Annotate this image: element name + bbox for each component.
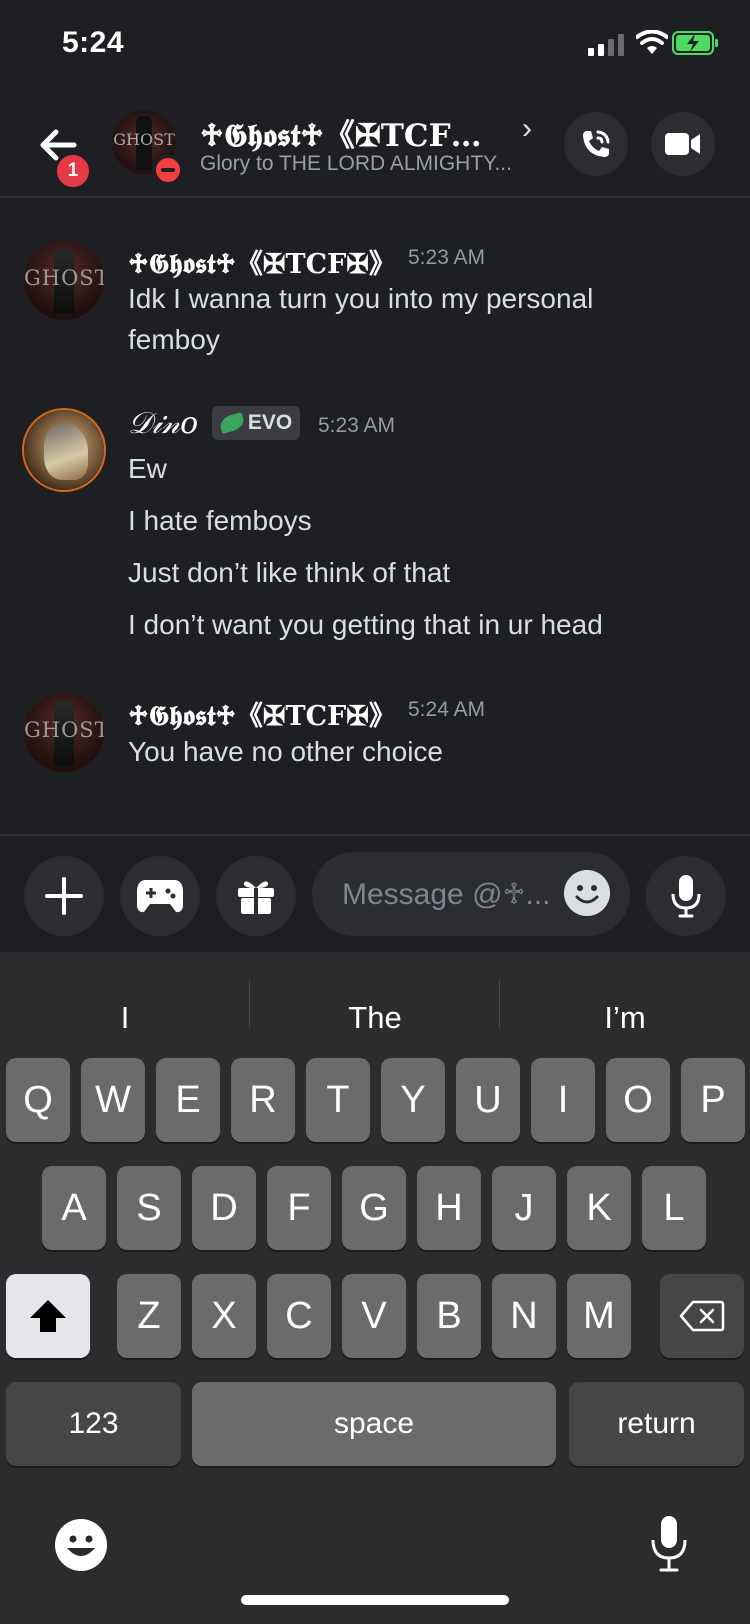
emoji-keyboard-icon[interactable] xyxy=(54,1518,108,1572)
message-author[interactable]: 𝒟𝒾𝓃𝑜 xyxy=(128,406,198,441)
do-not-disturb-icon xyxy=(152,154,184,186)
key[interactable]: M xyxy=(567,1274,631,1358)
key[interactable]: S xyxy=(117,1166,181,1250)
key[interactable]: L xyxy=(642,1166,706,1250)
key[interactable]: C xyxy=(267,1274,331,1358)
key[interactable]: T xyxy=(306,1058,370,1142)
key[interactable]: N xyxy=(492,1274,556,1358)
message-line: You have no other choice xyxy=(128,736,443,767)
message-line: I hate femboys xyxy=(128,505,312,536)
key[interactable]: O xyxy=(606,1058,670,1142)
key[interactable]: Q xyxy=(6,1058,70,1142)
key[interactable]: X xyxy=(192,1274,256,1358)
numbers-key[interactable]: 123 xyxy=(6,1382,181,1466)
key[interactable]: E xyxy=(156,1058,220,1142)
role-badge: EVO xyxy=(212,406,300,440)
key[interactable]: V xyxy=(342,1274,406,1358)
message-line: femboy xyxy=(128,324,220,355)
message-author[interactable]: ♱𝕲𝖍𝖔𝖘𝖙♱《✠TCF✠》 xyxy=(128,242,396,281)
message-avatar[interactable]: GHOST xyxy=(24,240,104,320)
key[interactable]: Z xyxy=(117,1274,181,1358)
shift-key[interactable] xyxy=(6,1274,90,1358)
backspace-icon xyxy=(679,1300,725,1332)
leaf-icon xyxy=(218,412,246,434)
header-title[interactable]: ♱𝕲𝖍𝖔𝖘𝖙♱《✠TCF… xyxy=(200,110,482,155)
smiley-icon[interactable] xyxy=(564,870,610,916)
activities-button[interactable] xyxy=(120,856,200,936)
key[interactable]: F xyxy=(267,1166,331,1250)
video-call-button[interactable] xyxy=(651,112,715,176)
header-divider xyxy=(0,196,750,198)
shift-arrow-icon xyxy=(30,1300,66,1332)
key[interactable]: U xyxy=(456,1058,520,1142)
gift-icon xyxy=(238,881,274,914)
phone-call-icon xyxy=(583,130,610,157)
key[interactable]: G xyxy=(342,1166,406,1250)
message-timestamp: 5:23 AM xyxy=(408,246,486,269)
video-camera-icon xyxy=(665,133,700,155)
key[interactable]: B xyxy=(417,1274,481,1358)
header-status: Glory to THE LORD ALMIGHTY... xyxy=(200,152,512,175)
message-avatar[interactable] xyxy=(24,410,104,490)
unread-badge: 1 xyxy=(54,152,92,190)
cellular-signal-icon xyxy=(588,34,624,56)
battery-charging-icon xyxy=(672,31,718,55)
gamepad-icon xyxy=(137,880,183,913)
delete-key[interactable] xyxy=(660,1274,744,1358)
key[interactable]: Y xyxy=(381,1058,445,1142)
add-attachment-button[interactable] xyxy=(24,856,104,936)
avatar-text: GHOST xyxy=(113,130,175,149)
suggestion[interactable]: The xyxy=(250,1000,500,1036)
key[interactable]: K xyxy=(567,1166,631,1250)
wifi-icon xyxy=(636,30,668,54)
home-indicator xyxy=(241,1595,509,1605)
key[interactable]: P xyxy=(681,1058,745,1142)
message-author[interactable]: ♱𝕲𝖍𝖔𝖘𝖙♱《✠TCF✠》 xyxy=(128,694,396,733)
message-line: Idk I wanna turn you into my personal xyxy=(128,283,594,314)
key[interactable]: H xyxy=(417,1166,481,1250)
composer-divider xyxy=(0,834,750,836)
message-line: I don’t want you getting that in ur head xyxy=(128,609,603,640)
key[interactable]: I xyxy=(531,1058,595,1142)
message-timestamp: 5:24 AM xyxy=(408,698,486,721)
gift-button[interactable] xyxy=(216,856,296,936)
voice-message-button[interactable] xyxy=(646,856,726,936)
key[interactable]: A xyxy=(42,1166,106,1250)
suggestion[interactable]: I’m xyxy=(500,1000,750,1036)
message-timestamp: 5:23 AM xyxy=(318,414,396,437)
suggestion[interactable]: I xyxy=(0,1000,250,1036)
message-line: Just don’t like think of that xyxy=(128,557,451,588)
call-button[interactable] xyxy=(564,112,628,176)
plus-icon xyxy=(45,877,83,915)
status-time: 5:24 xyxy=(62,26,125,59)
chevron-right-icon[interactable]: › xyxy=(522,112,532,146)
message-avatar[interactable]: GHOST xyxy=(24,692,104,772)
key[interactable]: R xyxy=(231,1058,295,1142)
space-key[interactable]: space xyxy=(192,1382,556,1466)
message-line: Ew xyxy=(128,453,167,484)
message-input[interactable] xyxy=(340,852,564,938)
microphone-icon xyxy=(671,875,701,918)
key[interactable]: D xyxy=(192,1166,256,1250)
dictation-microphone-icon[interactable] xyxy=(650,1514,688,1574)
key[interactable]: W xyxy=(81,1058,145,1142)
return-key[interactable]: return xyxy=(569,1382,744,1466)
key[interactable]: J xyxy=(492,1166,556,1250)
